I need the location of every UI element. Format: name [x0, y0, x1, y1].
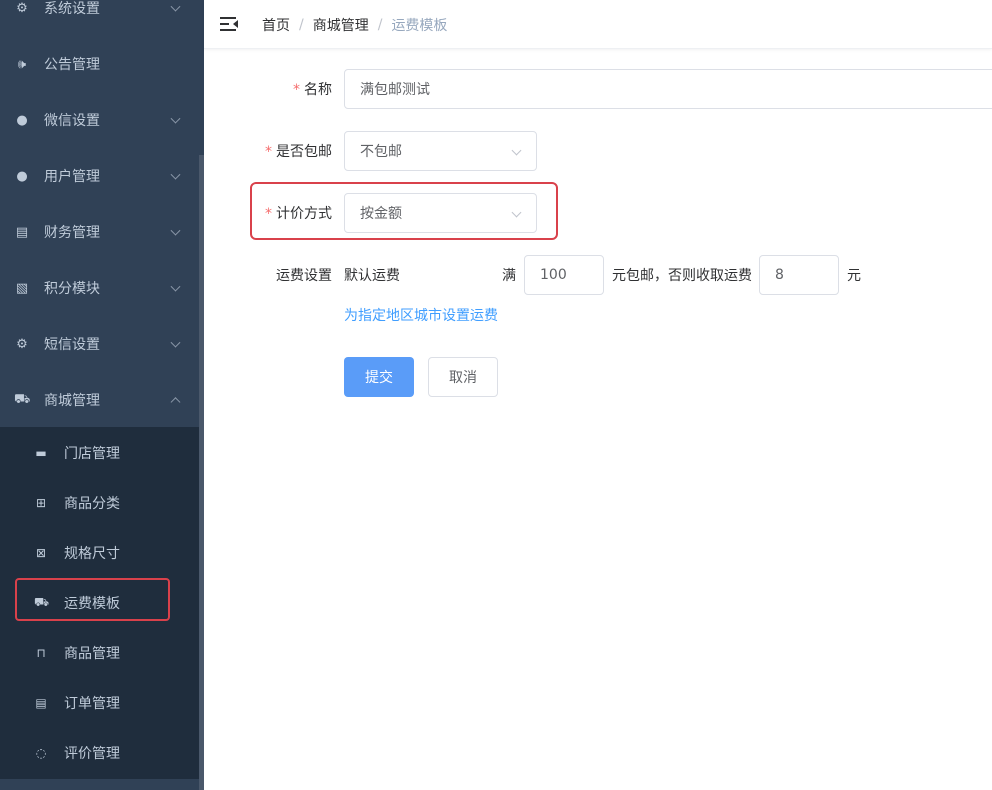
menu-item-label: 商城管理 — [44, 393, 100, 409]
menu-item-finance[interactable]: ▤ 财务管理 — [0, 204, 199, 260]
top-navbar: 首页 / 商城管理 / 运费模板 — [204, 0, 992, 49]
fee-input[interactable]: 8 — [759, 255, 839, 295]
menu-item-label: 用户管理 — [44, 169, 100, 185]
menu-item-label: 公告管理 — [44, 57, 100, 73]
menu-item-label: 积分模块 — [44, 281, 100, 297]
clipboard-icon: ▤ — [35, 696, 47, 710]
sidebar-footer — [0, 779, 199, 790]
submenu-item-label: 订单管理 — [64, 696, 120, 712]
store-icon: ▬ — [35, 446, 47, 460]
wechat-icon: ● — [16, 112, 28, 128]
menu-item-user-management[interactable]: ● 用户管理 — [0, 148, 199, 204]
menu-item-mall-management[interactable]: ⛟ 商城管理 — [0, 372, 199, 428]
chevron-down-icon — [511, 207, 522, 218]
submenu-item-reviews[interactable]: ◌ 评价管理 — [0, 728, 199, 778]
submenu-item-orders[interactable]: ▤ 订单管理 — [0, 678, 199, 728]
menu-item-label: 财务管理 — [44, 225, 100, 241]
submenu-item-products[interactable]: ⊓ 商品管理 — [0, 628, 199, 678]
points-icon: ▧ — [15, 280, 29, 296]
grid-icon: ⊞ — [35, 496, 47, 510]
speaker-icon: 🕪 — [17, 56, 27, 72]
name-label: * 名称 — [293, 82, 332, 98]
name-input[interactable]: 满包邮测试 — [344, 69, 992, 109]
size-icon: ⊠ — [35, 546, 47, 560]
comment-icon: ◌ — [35, 746, 47, 760]
fee-settings-label: 运费设置 — [276, 268, 332, 284]
pricing-method-select[interactable]: 按金额 — [344, 193, 537, 233]
threshold-input[interactable]: 100 — [524, 255, 604, 295]
menu-item-label: 微信设置 — [44, 113, 100, 129]
breadcrumb-current: 运费模板 — [391, 18, 448, 34]
menu-item-wechat-settings[interactable]: ● 微信设置 — [0, 92, 199, 148]
user-icon: ● — [16, 168, 28, 184]
gear-icon: ⚙ — [16, 0, 28, 16]
breadcrumb: 首页 / 商城管理 / 运费模板 — [262, 15, 447, 35]
bag-icon: ⊓ — [36, 646, 46, 660]
submenu-item-categories[interactable]: ⊞ 商品分类 — [0, 478, 199, 528]
hamburger-toggle-icon[interactable] — [220, 15, 238, 33]
fee-unit: 元 — [847, 268, 861, 284]
chevron-down-icon — [170, 169, 181, 180]
highlight-box-shipping-templates — [15, 578, 170, 621]
submenu-item-label: 规格尺寸 — [64, 546, 120, 562]
chevron-down-icon — [170, 113, 181, 124]
submenu-item-label: 门店管理 — [64, 446, 120, 462]
free-shipping-label: * 是否包邮 — [265, 144, 332, 160]
finance-icon: ▤ — [15, 224, 29, 240]
breadcrumb-separator: / — [377, 17, 383, 33]
submenu-item-label: 商品分类 — [64, 496, 120, 512]
chevron-down-icon — [170, 225, 181, 236]
chevron-down-icon — [170, 337, 181, 348]
submenu-item-label: 商品管理 — [64, 646, 120, 662]
free-shipping-text: 元包邮，否则收取运费 — [612, 268, 752, 284]
breadcrumb-separator: / — [299, 17, 304, 33]
chevron-down-icon — [170, 281, 181, 292]
breadcrumb-mall[interactable]: 商城管理 — [313, 15, 369, 35]
default-fee-label: 默认运费 — [344, 268, 400, 284]
chevron-down-icon — [511, 145, 522, 156]
shipping-template-form: * 名称 满包邮测试 * 是否包邮 不包邮 * 计价方式 按金额 运费设置 默认运费 … — [204, 50, 992, 790]
sms-icon: ⚙ — [16, 336, 28, 352]
region-fee-link[interactable]: 为指定地区城市设置运费 — [344, 305, 498, 325]
pricing-method-label: * 计价方式 — [265, 206, 332, 222]
submenu-item-stores[interactable]: ▬ 门店管理 — [0, 428, 199, 478]
menu-item-sms-settings[interactable]: ⚙ 短信设置 — [0, 316, 199, 372]
cart-icon: ⛟ — [14, 391, 31, 407]
submenu-item-sizes[interactable]: ⊠ 规格尺寸 — [0, 528, 199, 578]
submit-button[interactable]: 提交 — [344, 357, 414, 397]
menu-item-points[interactable]: ▧ 积分模块 — [0, 260, 199, 316]
sidebar: ⚙ 系统设置 🕪 公告管理 ● 微信设置 ● 用户管理 ▤ 财务管理 ▧ 积分模… — [0, 0, 204, 790]
submenu-item-label: 评价管理 — [64, 746, 120, 762]
menu-item-label: 系统设置 — [44, 1, 100, 17]
breadcrumb-home[interactable]: 首页 — [262, 15, 290, 35]
menu-item-announcements[interactable]: 🕪 公告管理 — [0, 36, 199, 92]
free-shipping-select[interactable]: 不包邮 — [344, 131, 537, 171]
menu-item-label: 短信设置 — [44, 337, 100, 353]
threshold-prefix: 满 — [502, 268, 516, 284]
chevron-up-icon — [170, 397, 181, 408]
cancel-button[interactable]: 取消 — [428, 357, 498, 397]
menu-item-system-settings[interactable]: ⚙ 系统设置 — [0, 0, 199, 36]
chevron-down-icon — [170, 1, 181, 12]
